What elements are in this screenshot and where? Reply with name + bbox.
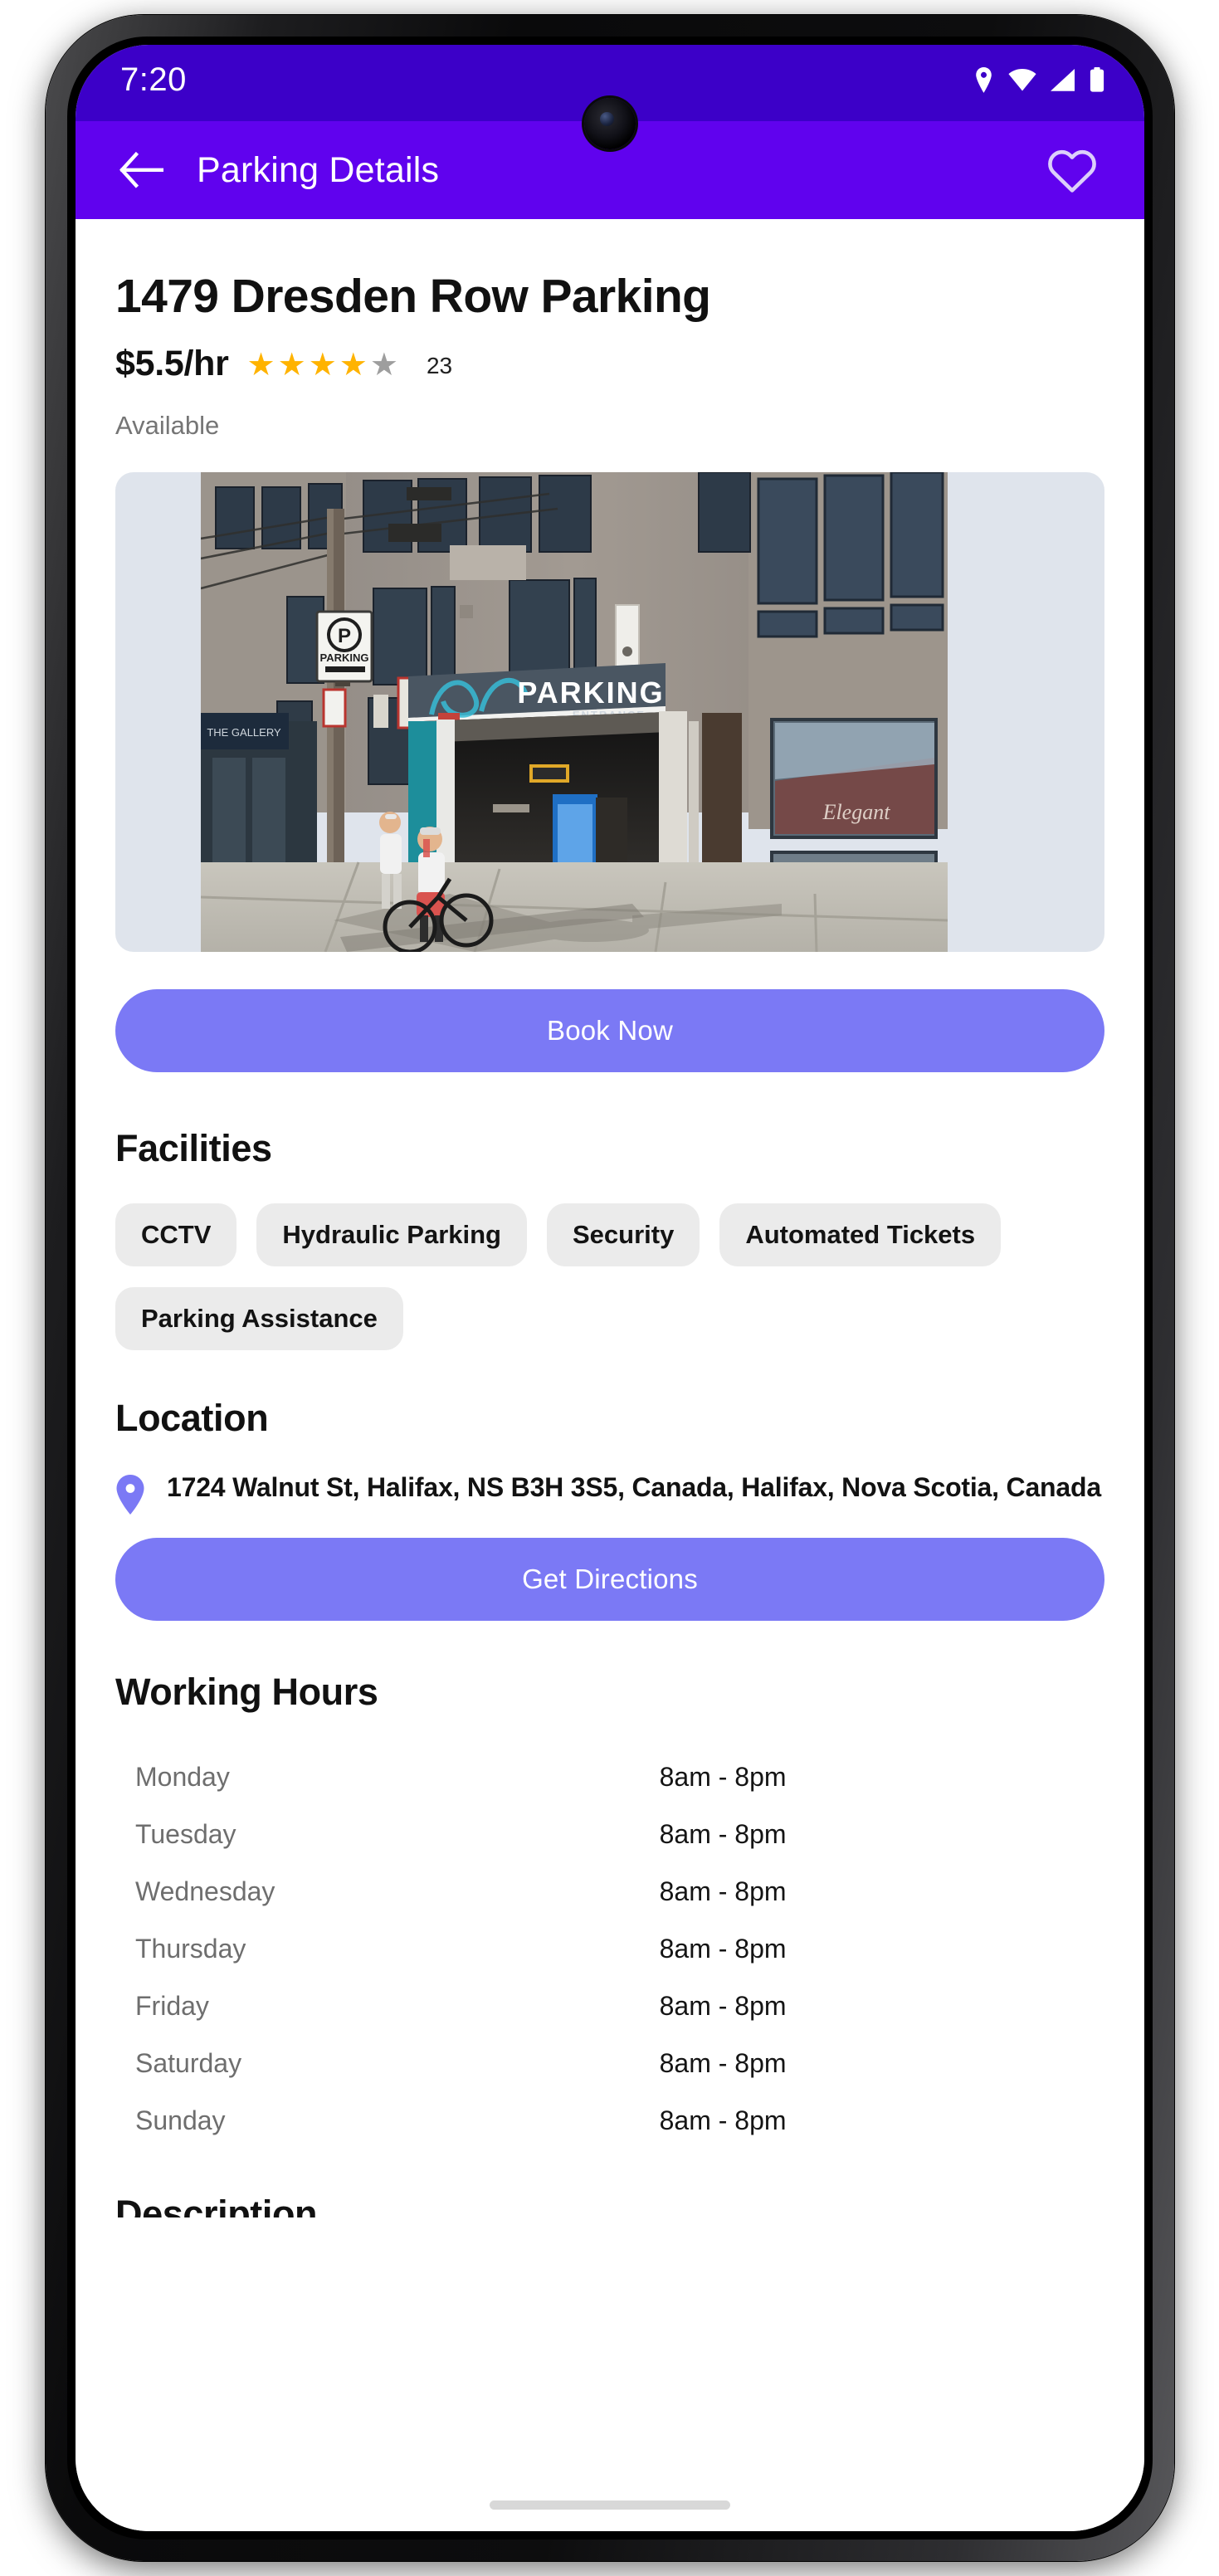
svg-text:PARKING: PARKING [517, 676, 664, 710]
working-hours-value: 8am - 8pm [659, 2047, 787, 2078]
working-hours-day: Tuesday [135, 1818, 236, 1849]
facility-chip-security[interactable]: Security [546, 1203, 700, 1266]
favorite-button[interactable] [1045, 143, 1100, 198]
working-hours-day: Wednesday [135, 1876, 275, 1906]
working-hours-value: 8am - 8pm [659, 1933, 787, 1964]
star-icon-1: ★ [246, 348, 275, 383]
facility-chip-parking-assistance[interactable]: Parking Assistance [115, 1286, 403, 1350]
back-arrow-icon [119, 152, 163, 188]
wifi-icon [1008, 68, 1036, 90]
facilities-chip-list: CCTV Hydraulic Parking Security Automate… [115, 1203, 1104, 1350]
working-hours-heading: Working Hours [115, 1670, 378, 1713]
parking-entrance-photo: P PARKING PARKING Elegant THE GALLERY [201, 471, 948, 952]
battery-icon [1090, 67, 1104, 92]
get-directions-button[interactable]: Get Directions [115, 1537, 1104, 1621]
table-row: Thursday 8am - 8pm [115, 1920, 1104, 1978]
working-hours-day: Sunday [135, 2105, 226, 2135]
availability-status: Available [115, 410, 220, 440]
device-bezel: 7:20 Parking Details 1479 Dresden Row Pa… [67, 37, 1153, 2539]
location-heading: Location [115, 1396, 269, 1439]
address-text: 1724 Walnut St, Halifax, NS B3H 3S5, Can… [167, 1471, 1101, 1502]
working-hours-day: Friday [135, 1990, 209, 2021]
working-hours-day: Monday [135, 1761, 230, 1792]
working-hours-day: Saturday [135, 2047, 242, 2078]
facilities-heading: Facilities [115, 1126, 272, 1169]
status-bar-clock: 7:20 [120, 61, 187, 98]
star-icon-2: ★ [277, 348, 306, 383]
working-hours-value: 8am - 8pm [659, 1990, 787, 2021]
svg-text:PARKING: PARKING [320, 651, 369, 664]
table-row: Sunday 8am - 8pm [115, 2092, 1104, 2149]
price-rating-row: $5.5/hr ★ ★ ★ ★ ★ 23 [115, 344, 1104, 384]
phone-device-frame: 7:20 Parking Details 1479 Dresden Row Pa… [46, 15, 1174, 2561]
table-row: Friday 8am - 8pm [115, 1978, 1104, 2035]
map-pin-icon [116, 1474, 144, 1515]
location-pin-icon [976, 66, 992, 93]
back-button[interactable] [115, 144, 167, 196]
price-label: $5.5/hr [115, 343, 229, 383]
star-icon-4: ★ [339, 348, 368, 383]
book-now-button[interactable]: Book Now [115, 988, 1104, 1072]
table-row: Saturday 8am - 8pm [115, 2035, 1104, 2092]
facility-chip-automated-tickets[interactable]: Automated Tickets [719, 1203, 1002, 1266]
heart-outline-icon [1048, 149, 1096, 193]
description-heading: Description [115, 2192, 318, 2217]
front-camera-icon [584, 98, 636, 149]
table-row: Monday 8am - 8pm [115, 1749, 1104, 1806]
working-hours-value: 8am - 8pm [659, 1818, 787, 1849]
star-icon-5: ★ [369, 348, 398, 383]
svg-text:THE GALLERY: THE GALLERY [207, 726, 281, 739]
review-count: 23 [426, 353, 453, 379]
address-row: 1724 Walnut St, Halifax, NS B3H 3S5, Can… [115, 1470, 1104, 1515]
svg-text:Elegant: Elegant [822, 800, 891, 824]
listing-title: 1479 Dresden Row Parking [115, 270, 711, 323]
svg-text:P: P [338, 625, 351, 647]
page-title: Parking Details [197, 149, 440, 190]
star-icon-3: ★ [308, 348, 337, 383]
working-hours-value: 8am - 8pm [659, 1761, 787, 1792]
home-indicator[interactable] [490, 2500, 730, 2510]
cellular-signal-icon [1051, 68, 1075, 91]
facility-chip-cctv[interactable]: CCTV [115, 1203, 237, 1266]
phone-screen: 7:20 Parking Details 1479 Dresden Row Pa… [76, 45, 1144, 2531]
hero-image-card[interactable]: P PARKING PARKING Elegant THE GALLERY [115, 471, 1104, 952]
status-bar-icons [973, 66, 1104, 93]
table-row: Tuesday 8am - 8pm [115, 1806, 1104, 1863]
facility-chip-hydraulic-parking[interactable]: Hydraulic Parking [256, 1203, 527, 1266]
working-hours-day: Thursday [135, 1933, 246, 1964]
working-hours-value: 8am - 8pm [659, 2105, 787, 2135]
table-row: Wednesday 8am - 8pm [115, 1863, 1104, 1920]
working-hours-table: Monday 8am - 8pm Tuesday 8am - 8pm Wedne… [115, 1749, 1104, 2149]
working-hours-value: 8am - 8pm [659, 1876, 787, 1906]
details-scroll-content[interactable]: 1479 Dresden Row Parking $5.5/hr ★ ★ ★ ★… [76, 219, 1144, 2531]
rating-stars: ★ ★ ★ ★ ★ [247, 349, 398, 381]
